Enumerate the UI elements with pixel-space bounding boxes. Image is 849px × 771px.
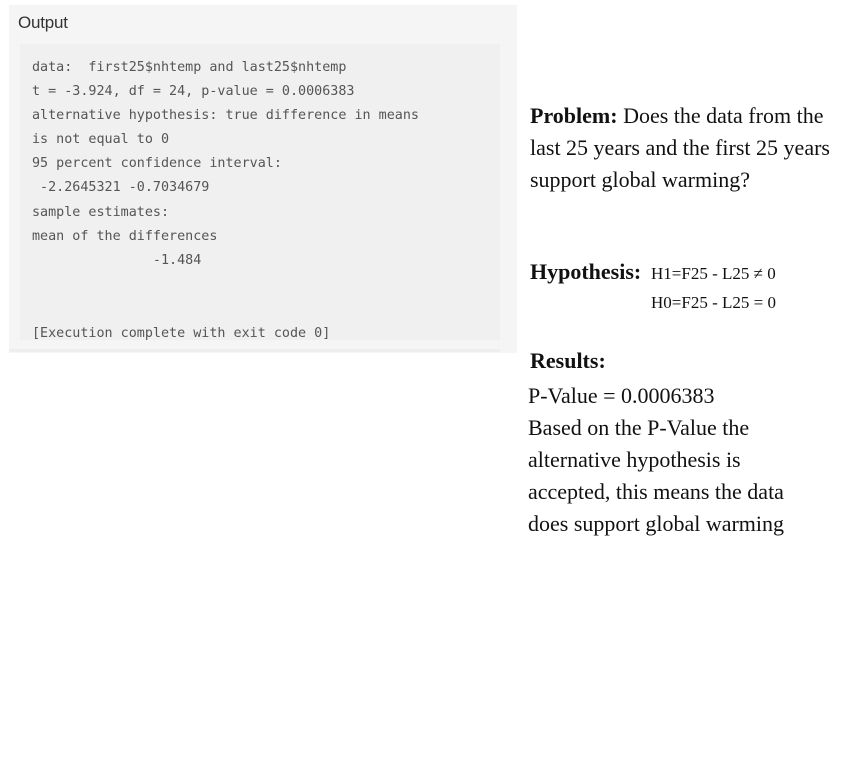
console-line: sample estimates: xyxy=(32,205,170,220)
console-line: is not equal to 0 xyxy=(32,132,170,147)
problem-statement: Problem: Does the data from the last 25 … xyxy=(530,100,830,196)
output-panel: Output data: first25$nhtemp and last25$n… xyxy=(9,5,517,353)
output-title: Output xyxy=(18,13,68,32)
panel-divider xyxy=(9,349,500,352)
p-value-line: P-Value = 0.0006383 xyxy=(528,383,715,408)
results-conclusion: Based on the P-Value the alternative hyp… xyxy=(528,415,785,536)
console-line: alternative hypothesis: true difference … xyxy=(32,108,419,123)
console-line: t = -3.924, df = 24, p-value = 0.0006383 xyxy=(32,84,355,99)
hypothesis-label: Hypothesis: xyxy=(530,259,642,284)
console-line: -1.484 xyxy=(32,253,202,268)
console-line: -2.2645321 -0.7034679 xyxy=(32,180,210,195)
console-line: data: first25$nhtemp and last25$nhtemp xyxy=(32,60,347,75)
problem-label: Problem: xyxy=(530,103,618,128)
console-line: 95 percent confidence interval: xyxy=(32,156,282,171)
console-output: data: first25$nhtemp and last25$nhtemp t… xyxy=(20,44,500,340)
console-line: mean of the differences xyxy=(32,229,218,244)
results-label: Results: xyxy=(530,348,606,373)
results-body: P-Value = 0.0006383 Based on the P-Value… xyxy=(528,380,818,540)
hypothesis-h1: H1=F25 - L25 ≠ 0 xyxy=(651,264,776,283)
console-exit-line: [Execution complete with exit code 0] xyxy=(32,326,331,340)
hypothesis-h0: H0=F25 - L25 = 0 xyxy=(651,293,776,312)
